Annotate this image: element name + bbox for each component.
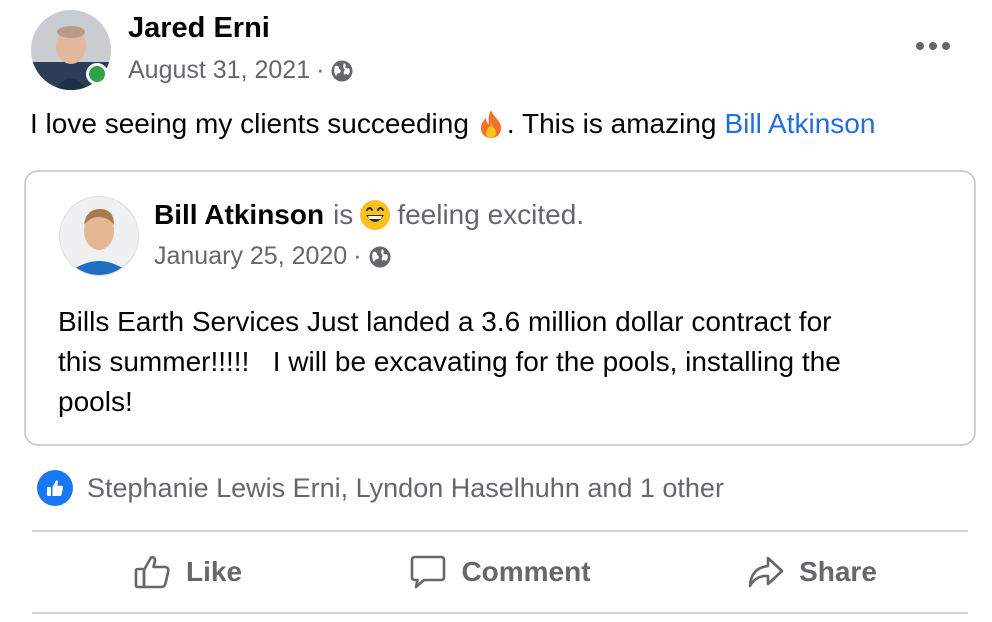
post-actions: Like Comment Share <box>32 532 968 612</box>
post-text-before: I love seeing my clients succeeding <box>30 108 469 139</box>
post-text: I love seeing my clients succeeding . Th… <box>30 108 875 140</box>
meta-separator: · <box>316 56 325 84</box>
fire-icon <box>477 109 505 139</box>
shared-post-card[interactable]: Bill Atkinson is feeling excited. Januar… <box>24 170 976 446</box>
reactions-text[interactable]: Stephanie Lewis Erni, Lyndon Haselhuhn a… <box>87 473 724 504</box>
globe-icon[interactable] <box>330 59 354 83</box>
mention-link[interactable]: Bill Atkinson <box>724 108 875 140</box>
shared-author-avatar[interactable] <box>59 196 139 276</box>
reactions-summary[interactable]: Stephanie Lewis Erni, Lyndon Haselhuhn a… <box>37 470 724 506</box>
share-icon <box>748 556 784 588</box>
globe-icon[interactable] <box>368 245 392 269</box>
more-options-button[interactable] <box>905 26 961 66</box>
is-text: is <box>333 199 354 230</box>
thumbs-up-icon <box>134 556 170 589</box>
comment-icon <box>411 555 446 589</box>
author-name[interactable]: Jared Erni <box>128 12 270 45</box>
shared-post-header: Bill Atkinson is feeling excited. <box>154 199 584 231</box>
shared-meta-separator: · <box>353 242 362 270</box>
shared-post-date[interactable]: January 25, 2020 <box>154 242 347 271</box>
divider-bottom <box>32 612 968 614</box>
feeling-text: feeling excited. <box>397 199 585 230</box>
shared-author-avatar-image <box>60 197 138 275</box>
like-button[interactable]: Like <box>32 554 344 590</box>
comment-button[interactable]: Comment <box>344 554 656 590</box>
share-label: Share <box>799 556 877 587</box>
grinning-face-icon <box>359 199 391 231</box>
shared-post-body: Bills Earth Services Just landed a 3.6 m… <box>58 306 841 417</box>
like-label: Like <box>185 556 243 587</box>
share-button[interactable]: Share <box>656 554 968 590</box>
post-date[interactable]: August 31, 2021 <box>128 56 310 85</box>
shared-post-meta: January 25, 2020 · <box>154 242 392 271</box>
like-badge-icon <box>37 470 73 506</box>
post-text-after: . This is amazing <box>506 108 717 139</box>
shared-author-name[interactable]: Bill Atkinson <box>154 199 324 231</box>
more-options-icon <box>916 42 950 50</box>
online-status-indicator <box>86 63 108 85</box>
comment-label: Comment <box>461 556 591 587</box>
post-meta: August 31, 2021 · <box>128 56 354 85</box>
